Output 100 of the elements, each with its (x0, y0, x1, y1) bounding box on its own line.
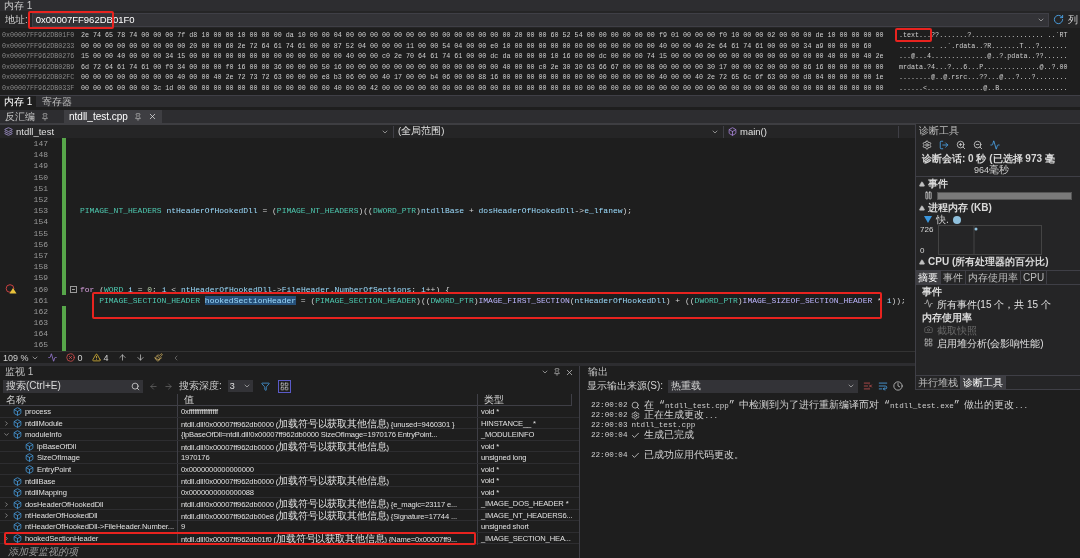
caret-icon (242, 382, 251, 390)
error-icon[interactable] (65, 353, 75, 362)
diagnostics-tab[interactable]: CPU (1021, 271, 1048, 284)
caret-icon (847, 382, 856, 390)
line-number: 155 (32, 228, 48, 238)
export-icon[interactable] (939, 139, 949, 150)
add-watch-field[interactable]: 添加要监视的项 (0, 546, 579, 558)
panel-tab[interactable]: 内存 1 (0, 96, 37, 107)
line-number: 158 (32, 262, 48, 272)
line-number: 151 (32, 183, 48, 193)
close-icon[interactable] (565, 367, 574, 377)
collapse-icon[interactable] (919, 180, 925, 187)
variable-icon (13, 522, 22, 531)
line-number: 150 (32, 172, 48, 182)
depth-label: 搜索深度: (179, 379, 222, 393)
line-number: 161 (32, 295, 48, 305)
panel-tab[interactable]: 寄存器 (38, 96, 77, 107)
code-line: PIMAGE_SECTION_HEADER hookedSectionHeader = (PIMAGE_SECTION_HEADER)((DWORD_PTR)IMAGE_FIRST_SECTION(ntHeaderOfHookedDll) + ((DWORD_PTR)IMAGE_SIZEOF_SECTION_HEADER * i)); (98, 294, 906, 306)
variable-icon (25, 453, 34, 462)
line-number: 159 (32, 273, 48, 283)
line-number: 164 (32, 329, 48, 339)
word-wrap-icon[interactable] (878, 381, 889, 391)
next-icon[interactable] (135, 353, 145, 362)
grid-icon (924, 338, 933, 347)
section-heading: 事件 (928, 178, 948, 189)
events-summary: 所有事件(15 个，共 15 个 (937, 299, 1051, 310)
line-number: 149 (32, 161, 48, 171)
address-label: 地址: (5, 12, 28, 27)
search-icon (131, 381, 140, 391)
variable-icon (25, 442, 34, 451)
variable-icon (13, 430, 22, 439)
depth-dropdown[interactable]: 3 (227, 380, 253, 392)
action-link[interactable]: 启用堆分析(会影响性能) (916, 337, 1080, 350)
project-icon (4, 127, 13, 136)
session-text: 诊断会话: 0 秒 (已选择 973 毫 (921, 152, 1056, 164)
project-dropdown[interactable]: ntdll_test (0, 125, 394, 138)
panel-title: 诊断工具 (918, 124, 960, 137)
camera-icon (924, 325, 933, 334)
axis-label: 726 (920, 225, 935, 234)
brush-icon[interactable] (153, 353, 163, 362)
section-heading: 进程内存 (KB) (928, 202, 992, 213)
line-number: 152 (32, 195, 48, 205)
refresh-icon[interactable] (1053, 14, 1064, 25)
collapse-icon[interactable] (919, 258, 925, 265)
panel-tab[interactable]: 诊断工具 (961, 376, 1006, 389)
forward-icon[interactable] (164, 381, 173, 391)
source-label: 显示输出来源(S): (587, 379, 664, 393)
section-heading: 事件 (921, 285, 943, 298)
legend-label: 快. (936, 214, 949, 225)
error-count: 0 (77, 352, 83, 363)
zoom-dropdown[interactable]: 109 % (3, 352, 39, 363)
line-number: 147 (32, 139, 48, 149)
clock-icon[interactable] (893, 381, 904, 391)
back-icon[interactable] (149, 381, 158, 391)
column-header[interactable]: 值 (178, 394, 478, 406)
axis-label: 0 (920, 246, 926, 255)
line-number: 157 (32, 250, 48, 260)
column-header[interactable]: 类型 (478, 394, 572, 406)
close-icon[interactable] (147, 112, 157, 121)
warning-count: 4 (103, 352, 109, 363)
line-number: 148 (32, 150, 48, 160)
settings-icon[interactable] (922, 139, 932, 150)
diagnostics-tab[interactable]: 事件 (941, 271, 966, 284)
pin-icon[interactable] (553, 368, 561, 376)
layout-button[interactable] (277, 379, 291, 393)
dot-icon (952, 215, 961, 224)
collapse-icon[interactable] (69, 285, 77, 293)
column-label: 列 (1068, 12, 1078, 27)
document-tab[interactable]: ntdll_test.cpp (64, 110, 162, 123)
zoom-out-icon[interactable] (973, 139, 983, 150)
snapshot-marker-icon (924, 216, 932, 223)
diagnostics-tab[interactable]: 摘要 (916, 271, 941, 284)
variable-icon (13, 476, 22, 486)
pin-icon[interactable] (133, 112, 142, 121)
column-header[interactable]: 名称 (0, 394, 178, 406)
variable-icon (13, 419, 22, 428)
variable-icon (13, 499, 22, 509)
variable-icon (13, 487, 22, 497)
pin-icon[interactable] (41, 112, 49, 121)
line-number: 154 (32, 217, 48, 227)
line-number: 162 (32, 306, 48, 316)
filter-button[interactable] (258, 379, 272, 393)
source-dropdown[interactable]: 热重载 (668, 379, 859, 393)
document-tab[interactable]: 反汇编 (0, 110, 54, 123)
cube-icon (728, 127, 737, 136)
caret-icon (541, 368, 549, 376)
diagnostics-tab[interactable]: 内存使用率 (966, 271, 1021, 284)
warning-icon[interactable] (91, 353, 101, 362)
collapse-icon[interactable] (919, 204, 925, 211)
zoom-in-icon[interactable] (956, 139, 966, 150)
variable-icon (25, 464, 34, 474)
line-number: 160 (32, 284, 48, 294)
function-dropdown[interactable]: main() (724, 125, 899, 138)
previous-icon[interactable] (117, 353, 127, 362)
search-field[interactable]: 搜索(Ctrl+E) (3, 379, 143, 393)
pause-icon[interactable] (924, 191, 933, 200)
scope-dropdown[interactable]: (全局范围) (394, 125, 724, 138)
line-number: 153 (32, 206, 48, 216)
line-number: 163 (32, 318, 48, 328)
chart-icon[interactable] (990, 139, 1000, 150)
